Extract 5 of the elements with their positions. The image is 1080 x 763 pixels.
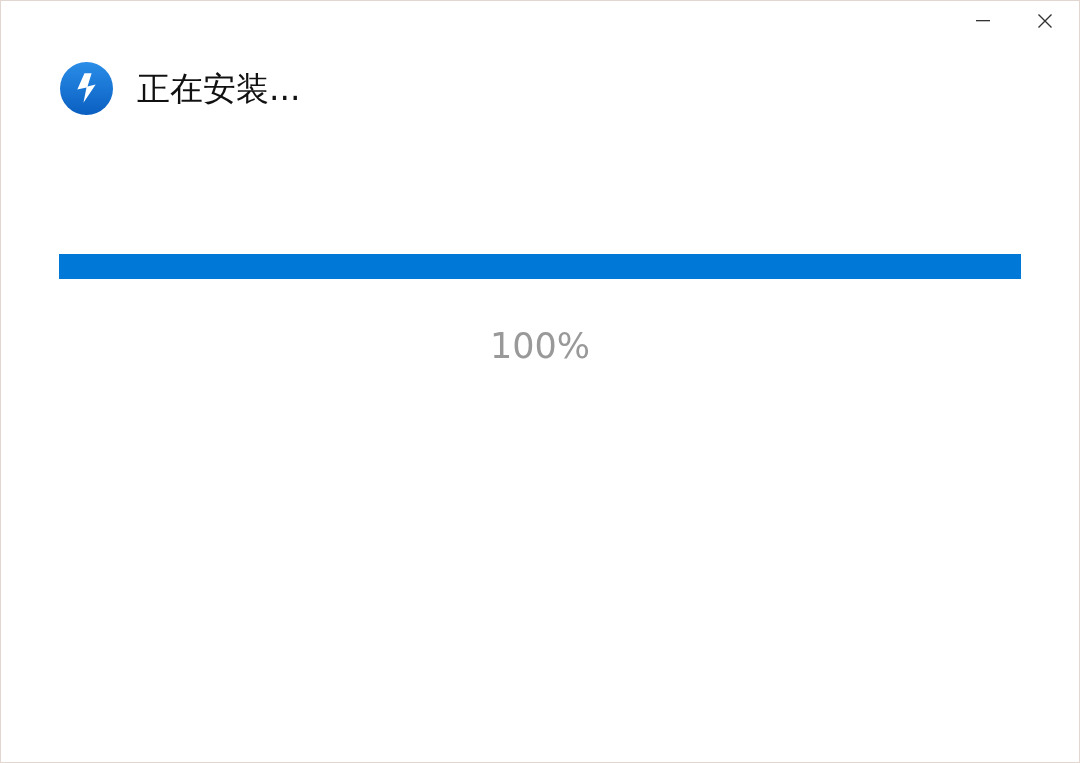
progress-percentage: 100% [489, 325, 591, 367]
close-icon [1038, 14, 1052, 28]
minimize-icon [976, 20, 990, 22]
window-title: 正在安装... [137, 68, 301, 109]
lightning-bolt-icon [60, 62, 113, 115]
